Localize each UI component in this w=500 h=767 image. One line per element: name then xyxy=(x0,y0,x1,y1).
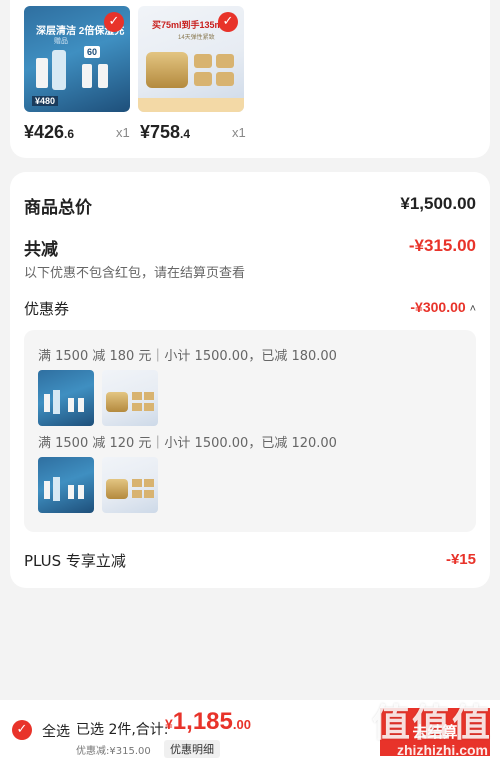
jar-shape xyxy=(146,52,188,88)
jar-shape xyxy=(216,54,234,68)
product-2-thumb-title: 买75ml到手135ml xyxy=(152,20,226,30)
product-2-price: ¥758.4 xyxy=(140,122,190,143)
discount-detail-link[interactable]: 优惠明细 xyxy=(164,740,220,758)
coupon-rule-1: 满 1500 减 180 元｜小计 1500.00，已减 180.00 xyxy=(38,349,337,364)
product-1-thumb-badge: 60 xyxy=(84,46,101,58)
discount-value: -¥315.00 xyxy=(408,236,476,255)
product-2-qty: x1 xyxy=(232,125,246,140)
coupon-2-product-thumb-1 xyxy=(38,457,94,513)
coupon-toggle[interactable]: -¥300.00 ˄ xyxy=(410,299,476,315)
watermark-url: zhizhizhi.com xyxy=(397,742,488,758)
bottle-shape xyxy=(52,50,66,90)
product-1-thumb-sub: 赠品 xyxy=(54,38,68,45)
jar-shape xyxy=(194,54,212,68)
discount-note: 以下优惠不包含红包，请在结算页查看 xyxy=(24,266,246,281)
discount-summary: 优惠减:¥315.00 xyxy=(76,746,151,757)
discount-label: 共减 xyxy=(24,240,58,260)
product-1-checked-icon[interactable]: ✓ xyxy=(104,12,124,32)
product-1-price-decimal: .6 xyxy=(64,127,75,141)
jar-shape xyxy=(194,72,212,86)
total-decimal: .00 xyxy=(232,717,251,732)
select-all-label[interactable]: 全选 xyxy=(42,721,70,741)
jar-shape xyxy=(216,72,234,86)
product-2-price-main: ¥758 xyxy=(140,122,181,142)
coupon-1-product-thumb-2 xyxy=(102,370,158,426)
product-1-price: ¥426.6 xyxy=(24,122,74,143)
coupon-label: 优惠券 xyxy=(24,300,70,318)
coupon-rule-2: 满 1500 减 120 元｜小计 1500.00，已减 120.00 xyxy=(38,436,337,451)
total-price-value: ¥1,500.00 xyxy=(400,194,476,213)
coupon-2-product-thumb-2 xyxy=(102,457,158,513)
coupon-details-panel: 满 1500 减 180 元｜小计 1500.00，已减 180.00 满 15… xyxy=(24,330,476,532)
cart-items-card: 深层清洁 2倍保湿充 赠品 60 ¥480 ✓ 买75ml到手135ml 14天… xyxy=(10,0,490,158)
product-2-checked-icon[interactable]: ✓ xyxy=(218,12,238,32)
chevron-up-icon: ˄ xyxy=(469,303,476,315)
plus-discount-value: -¥15 xyxy=(445,551,476,568)
watermark-text: 值值值 xyxy=(371,701,492,745)
bottle-shape xyxy=(98,64,108,88)
product-1-qty: x1 xyxy=(116,125,130,140)
product-2-thumb-sub: 14天弹性紧致 xyxy=(178,35,215,41)
total-main: 1,185 xyxy=(172,708,233,735)
total-price-label: 商品总价 xyxy=(24,198,92,218)
bottle-shape xyxy=(82,64,92,88)
price-summary-card: 商品总价 ¥1,500.00 共减 -¥315.00 以下优惠不包含红包，请在结… xyxy=(10,172,490,588)
total-currency: ¥ xyxy=(165,716,173,732)
thumb-banner xyxy=(138,98,244,112)
coupon-1-product-thumb-1 xyxy=(38,370,94,426)
plus-discount-label: PLUS 专享立减 xyxy=(24,552,126,570)
product-2-price-decimal: .4 xyxy=(180,127,191,141)
coupon-value: -¥300.00 xyxy=(410,299,466,315)
product-1-thumb-price: ¥480 xyxy=(32,96,59,106)
bottle-shape xyxy=(36,58,48,88)
product-1-price-main: ¥426 xyxy=(24,122,65,142)
checkout-total: ¥1,185.00 xyxy=(165,708,251,736)
selected-count: 已选 2件,合计: xyxy=(76,722,169,738)
select-all-checkbox-icon[interactable]: ✓ xyxy=(12,720,32,740)
